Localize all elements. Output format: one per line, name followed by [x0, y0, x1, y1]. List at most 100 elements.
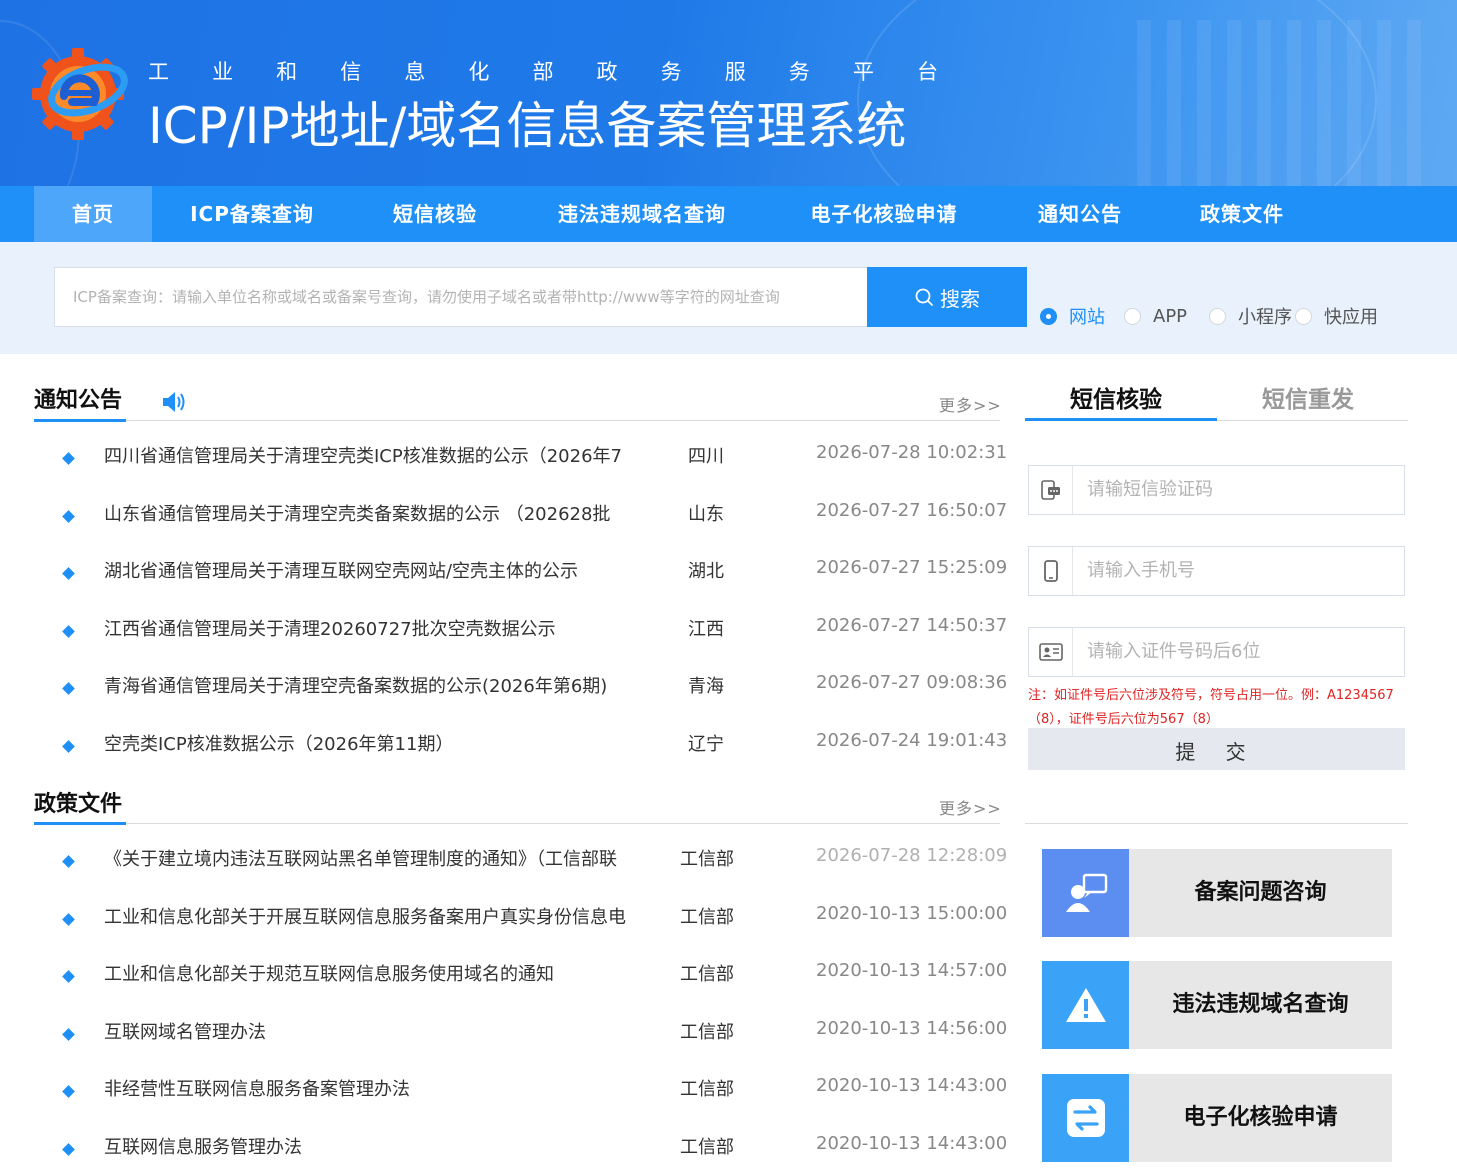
policy-row[interactable]: 《关于建立境内违法互联网站黑名单管理制度的通知》（工信部联 工信部 2026-07-…	[0, 845, 1007, 885]
site-title: ICP/IP地址/域名信息备案管理系统	[148, 97, 907, 155]
policy-row[interactable]: 非经营性互联网信息服务备案管理办法 工信部 2020-10-13 14:43:00	[0, 1075, 1007, 1115]
row-source: 工信部	[680, 849, 734, 870]
policies-title: 政策文件	[34, 792, 123, 817]
nav-home[interactable]: 首页	[34, 186, 152, 242]
subtitle-char: 和	[276, 60, 298, 84]
id-note-line: 注：如证件号后六位涉及符号，符号占用一位。例：A1234567	[1028, 688, 1394, 703]
sms-code-field[interactable]: 请输短信验证码	[1028, 465, 1405, 515]
subtitle-char: 务	[788, 60, 810, 84]
row-date: 2020-10-13 15:00:00	[816, 902, 1008, 924]
nav-policies[interactable]: 政策文件	[1182, 186, 1302, 242]
radio-app[interactable]: APP	[1124, 304, 1187, 328]
subtitle-char: 信	[340, 60, 362, 84]
notices-title: 通知公告	[34, 388, 123, 413]
policy-row[interactable]: 互联网域名管理办法 工信部 2020-10-13 14:56:00	[0, 1018, 1007, 1058]
divider	[1025, 823, 1408, 824]
radio-website[interactable]: 网站	[1040, 304, 1105, 328]
row-source: 工信部	[680, 964, 734, 985]
bullet-icon	[62, 1142, 75, 1156]
row-source: 江西	[688, 618, 724, 640]
subtitle-char: 息	[404, 60, 426, 84]
nav-sms-verify[interactable]: 短信核验	[370, 186, 500, 242]
card-consult[interactable]: 备案问题咨询	[1042, 849, 1392, 937]
row-title[interactable]: 工业和信息化部关于开展互联网信息服务备案用户真实身份信息电	[104, 903, 626, 929]
row-date: 2026-07-28 10:02:31	[816, 442, 1008, 463]
row-title[interactable]: 空壳类ICP核准数据公示（2026年第11期）	[104, 730, 453, 756]
row-date: 2020-10-13 14:57:00	[816, 960, 1008, 981]
row-source: 工信部	[680, 1136, 734, 1158]
bullet-icon	[62, 624, 75, 638]
divider	[34, 420, 1000, 421]
nav-notices[interactable]: 通知公告	[1020, 186, 1140, 242]
notice-row[interactable]: 四川省通信管理局关于清理空壳类ICP核准数据的公示（2026年7 四川 2026-0…	[0, 442, 1007, 482]
nav-e-verify[interactable]: 电子化核验申请	[790, 186, 978, 242]
policy-row[interactable]: 工业和信息化部关于开展互联网信息服务备案用户真实身份信息电 工信部 2020-10-…	[0, 903, 1007, 943]
card-consult-label: 备案问题咨询	[1194, 880, 1327, 905]
bullet-icon	[62, 970, 75, 983]
sms-icon	[1029, 466, 1073, 514]
row-title[interactable]: 山东省通信管理局关于清理空壳类备案数据的公示 （202628批	[104, 500, 610, 526]
notice-row[interactable]: 山东省通信管理局关于清理空壳类备案数据的公示 （202628批 山东 2026-07…	[0, 500, 1007, 540]
row-title[interactable]: 非经营性互联网信息服务备案管理办法	[104, 1075, 410, 1101]
row-source: 工信部	[680, 1079, 734, 1100]
id-suffix-field[interactable]: 请输入证件号码后6位	[1028, 627, 1405, 677]
radio-label: 小程序	[1238, 307, 1292, 328]
speaker-icon	[163, 392, 185, 412]
row-title[interactable]: 工业和信息化部关于规范互联网信息服务使用域名的通知	[104, 960, 554, 986]
id-suffix-placeholder: 请输入证件号码后6位	[1087, 641, 1261, 662]
row-title[interactable]: 四川省通信管理局关于清理空壳类ICP核准数据的公示（2026年7	[104, 442, 622, 468]
nav-illegal-domain[interactable]: 违法违规域名查询	[536, 186, 748, 242]
id-card-icon	[1029, 628, 1073, 676]
row-source: 青海	[688, 676, 724, 697]
policies-more-link[interactable]: 更多>>	[939, 795, 1002, 819]
policy-row[interactable]: 互联网信息服务管理办法 工信部 2020-10-13 14:43:00	[0, 1133, 1007, 1173]
row-title[interactable]: 江西省通信管理局关于清理20260727批次空壳数据公示	[104, 615, 556, 641]
notice-row[interactable]: 空壳类ICP核准数据公示（2026年第11期） 辽宁 2026-07-24 19:0…	[0, 730, 1007, 770]
row-title[interactable]: 互联网信息服务管理办法	[104, 1133, 302, 1159]
nav-icp-query[interactable]: ICP备案查询	[170, 186, 334, 242]
notice-row[interactable]: 江西省通信管理局关于清理20260727批次空壳数据公示 江西 2026-07-27…	[0, 615, 1007, 655]
notice-row[interactable]: 青海省通信管理局关于清理空壳备案数据的公示(2026年第6期) 青海 2026-07…	[0, 672, 1007, 712]
notices-more-link[interactable]: 更多>>	[939, 392, 1002, 416]
row-date: 2026-07-27 16:50:07	[816, 499, 1008, 521]
phone-icon	[1029, 547, 1073, 595]
phone-field[interactable]: 请输入手机号	[1028, 546, 1405, 596]
row-title[interactable]: 青海省通信管理局关于清理空壳备案数据的公示(2026年第6期)	[104, 672, 607, 698]
notice-row[interactable]: 湖北省通信管理局关于清理互联网空壳网站/空壳主体的公示 湖北 2026-07-27 …	[0, 557, 1007, 597]
search-button[interactable]: 搜索	[867, 267, 1027, 327]
consult-icon	[1042, 849, 1129, 937]
radio-quickapp[interactable]: 快应用	[1295, 304, 1378, 328]
tab-sms-verify[interactable]: 短信核验	[1070, 380, 1162, 414]
site-subtitle: 工业和信息化部政务服务平台	[148, 56, 938, 86]
bullet-icon	[62, 1027, 75, 1041]
policy-row[interactable]: 工业和信息化部关于规范互联网信息服务使用域名的通知 工信部 2020-10-13 1…	[0, 960, 1007, 1000]
row-source: 四川	[688, 446, 724, 467]
tab-sms-resend[interactable]: 短信重发	[1262, 380, 1354, 414]
subtitle-char: 台	[916, 60, 938, 84]
header-decoration	[1137, 20, 1437, 186]
search-input[interactable]	[54, 267, 868, 327]
row-date: 2020-10-13 14:43:00	[816, 1075, 1008, 1096]
bullet-icon	[62, 739, 75, 753]
sms-code-placeholder: 请输短信验证码	[1087, 479, 1213, 500]
site-header: 工 业 和 信 息 化 部 政 务 服 务 平 台 ICP/IP地址/域名信息备案管理系统	[0, 0, 1457, 186]
row-title[interactable]: 互联网域名管理办法	[104, 1018, 266, 1044]
search-icon	[915, 288, 933, 306]
radio-label: 网站	[1069, 307, 1105, 328]
search-area: 搜索 网站 APP 小程序 快应用	[0, 242, 1457, 354]
subtitle-char: 部	[532, 60, 554, 84]
exchange-icon	[1042, 1074, 1129, 1162]
card-illegal-domain-label: 违法违规域名查询	[1172, 992, 1349, 1017]
submit-button[interactable]: 提 交	[1028, 728, 1405, 770]
card-e-verify[interactable]: 电子化核验申请	[1042, 1074, 1392, 1162]
card-illegal-domain[interactable]: 违法违规域名查询	[1042, 961, 1392, 1049]
warning-icon	[1042, 961, 1129, 1049]
section-underline	[34, 822, 126, 825]
radio-label: 快应用	[1324, 307, 1378, 328]
bullet-icon	[62, 682, 75, 695]
row-title[interactable]: 《关于建立境内违法互联网站黑名单管理制度的通知》（工信部联	[104, 845, 617, 871]
row-title[interactable]: 湖北省通信管理局关于清理互联网空壳网站/空壳主体的公示	[104, 557, 578, 583]
main-nav: 首页 ICP备案查询 短信核验 违法违规域名查询 电子化核验申请 通知公告 政策…	[0, 186, 1457, 242]
search-button-label: 搜索	[940, 286, 980, 311]
radio-miniprogram[interactable]: 小程序	[1209, 304, 1292, 328]
